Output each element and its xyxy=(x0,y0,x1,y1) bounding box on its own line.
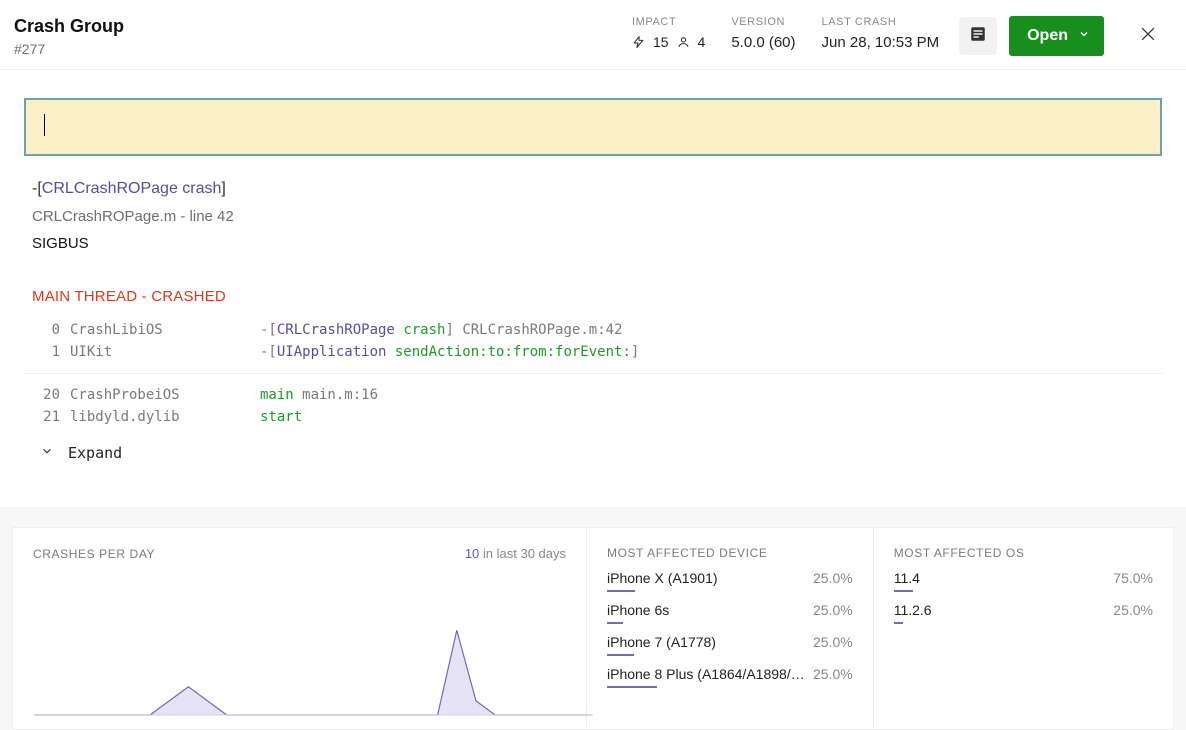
crash-summary: -[CRLCrashROPage crash] CRLCrashROPage.m… xyxy=(14,180,1172,252)
crashes-chart-title: CRASHES PER DAY xyxy=(33,547,155,561)
distribution-pct: 25.0% xyxy=(813,666,853,682)
status-open-button[interactable]: Open xyxy=(1009,16,1104,56)
crash-method: -[CRLCrashROPage crash] xyxy=(32,180,1154,198)
text-cursor-icon xyxy=(44,114,45,136)
distribution-pct: 25.0% xyxy=(813,602,853,618)
last-crash-col: LAST CRASH Jun 28, 10:53 PM xyxy=(822,16,940,51)
thread-title: MAIN THREAD - CRASHED xyxy=(14,252,1172,315)
distribution-row: iPhone 7 (A1778) 25.0% xyxy=(607,634,853,656)
page-title: Crash Group xyxy=(14,16,124,37)
distribution-pct: 75.0% xyxy=(1113,570,1153,586)
stack-frame: 21libdyld.dylibstart xyxy=(34,406,1152,428)
chevron-down-icon xyxy=(40,444,54,462)
os-pane: MOST AFFECTED OS 11.4 75.0% 11.2.6 25.0% xyxy=(874,528,1173,729)
bolt-icon xyxy=(632,34,645,50)
header-bar: Crash Group #277 IMPACT 15 4 VERSION 5.0… xyxy=(0,0,1186,70)
distribution-row: iPhone 6s 25.0% xyxy=(607,602,853,624)
distribution-name: 11.2.6 xyxy=(894,602,932,624)
stats-area: CRASHES PER DAY 10 in last 30 days MOST … xyxy=(0,507,1186,730)
distribution-row: 11.2.6 25.0% xyxy=(894,602,1153,624)
distribution-pct: 25.0% xyxy=(813,634,853,650)
notes-button[interactable] xyxy=(959,17,997,55)
distribution-pct: 25.0% xyxy=(1113,602,1153,618)
distribution-row: iPhone X (A1901) 25.0% xyxy=(607,570,853,592)
close-button[interactable] xyxy=(1134,22,1162,50)
impact-user-count: 4 xyxy=(698,34,706,50)
expand-button[interactable]: Expand xyxy=(24,434,1162,480)
devices-pane: MOST AFFECTED DEVICE iPhone X (A1901) 25.… xyxy=(587,528,874,729)
chevron-down-icon xyxy=(1078,27,1090,45)
distribution-row: iPhone 8 Plus (A1864/A1898/A... 25.0% xyxy=(607,666,853,688)
crashes-chart-pane: CRASHES PER DAY 10 in last 30 days xyxy=(13,528,587,729)
issue-id: #277 xyxy=(14,41,124,57)
crashes-chart xyxy=(33,594,593,719)
distribution-row: 11.4 75.0% xyxy=(894,570,1153,592)
content-area: -[CRLCrashROPage crash] CRLCrashROPage.m… xyxy=(0,70,1186,507)
title-block: Crash Group #277 xyxy=(14,16,124,57)
distribution-name: iPhone 7 (A1778) xyxy=(607,634,716,656)
distribution-pct: 25.0% xyxy=(813,570,853,586)
distribution-name: iPhone 6s xyxy=(607,602,669,624)
stack-frame: 0CrashLibiOS-[CRLCrashROPage crash] CRLC… xyxy=(34,319,1152,341)
user-icon xyxy=(677,34,690,50)
notes-icon xyxy=(969,25,987,48)
stack-frames: 0CrashLibiOS-[CRLCrashROPage crash] CRLC… xyxy=(14,315,1172,480)
os-label: MOST AFFECTED OS xyxy=(894,546,1153,560)
devices-label: MOST AFFECTED DEVICE xyxy=(607,546,853,560)
stats-card: CRASHES PER DAY 10 in last 30 days MOST … xyxy=(12,527,1174,730)
meta-block: IMPACT 15 4 VERSION 5.0.0 (60) LAST CRAS… xyxy=(632,16,939,51)
expand-label: Expand xyxy=(68,444,122,462)
stack-frame: 1UIKit-[UIApplication sendAction:to:from… xyxy=(34,341,1152,363)
impact-col: IMPACT 15 4 xyxy=(632,16,705,50)
last-crash-value: Jun 28, 10:53 PM xyxy=(822,34,940,51)
crash-method-link[interactable]: CRLCrashROPage crash xyxy=(42,180,222,197)
stack-frame: 20CrashProbeiOSmain main.m:16 xyxy=(34,384,1152,406)
last-crash-label: LAST CRASH xyxy=(822,16,940,28)
distribution-name: iPhone X (A1901) xyxy=(607,570,718,592)
version-label: VERSION xyxy=(731,16,795,28)
impact-crash-count: 15 xyxy=(653,34,669,50)
crashes-chart-subtitle: 10 in last 30 days xyxy=(465,546,566,561)
distribution-name: 11.4 xyxy=(894,570,920,592)
distribution-name: iPhone 8 Plus (A1864/A1898/A... xyxy=(607,666,807,688)
close-icon xyxy=(1138,24,1158,49)
status-open-label: Open xyxy=(1027,27,1068,45)
annotation-input[interactable] xyxy=(24,98,1162,156)
crash-file-line: CRLCrashROPage.m - line 42 xyxy=(32,208,1154,225)
version-col: VERSION 5.0.0 (60) xyxy=(731,16,795,51)
version-value: 5.0.0 (60) xyxy=(731,34,795,51)
impact-label: IMPACT xyxy=(632,16,705,28)
crash-signal: SIGBUS xyxy=(32,235,1154,252)
